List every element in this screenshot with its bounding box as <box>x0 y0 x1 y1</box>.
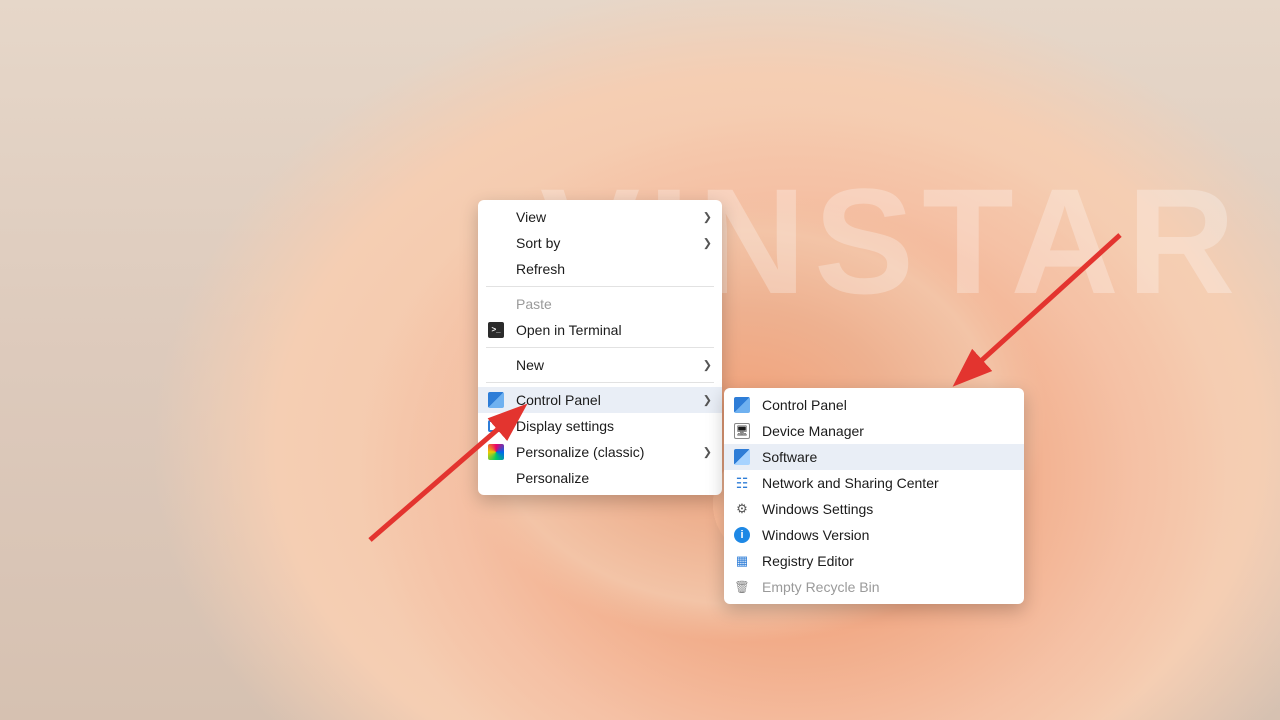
menu-label: Software <box>762 449 817 465</box>
menu-personalize[interactable]: Personalize <box>478 465 722 491</box>
device-manager-icon <box>734 423 750 439</box>
menu-label: Registry Editor <box>762 553 854 569</box>
menu-label: Paste <box>516 296 552 312</box>
menu-label: Control Panel <box>762 397 847 413</box>
menu-display-settings[interactable]: Display settings <box>478 413 722 439</box>
menu-label: Personalize <box>516 470 589 486</box>
menu-label: Control Panel <box>516 392 601 408</box>
submenu-control-panel[interactable]: Control Panel <box>724 392 1024 418</box>
menu-separator <box>486 347 714 348</box>
control-panel-icon <box>488 392 504 408</box>
submenu-device-manager[interactable]: Device Manager <box>724 418 1024 444</box>
menu-label: Personalize (classic) <box>516 444 644 460</box>
menu-label: Empty Recycle Bin <box>762 579 879 595</box>
personalize-icon <box>488 444 504 460</box>
terminal-icon <box>488 322 504 338</box>
menu-label: Display settings <box>516 418 614 434</box>
chevron-right-icon: ❯ <box>703 446 712 459</box>
submenu-empty-recycle-bin: Empty Recycle Bin <box>724 574 1024 600</box>
menu-label: New <box>516 357 544 373</box>
menu-personalize-classic[interactable]: Personalize (classic) ❯ <box>478 439 722 465</box>
menu-label: Open in Terminal <box>516 322 622 338</box>
info-icon <box>734 527 750 543</box>
control-panel-submenu: Control Panel Device Manager Software Ne… <box>724 388 1024 604</box>
submenu-software[interactable]: Software <box>724 444 1024 470</box>
menu-separator <box>486 382 714 383</box>
menu-refresh[interactable]: Refresh <box>478 256 722 282</box>
registry-icon <box>734 553 750 569</box>
submenu-windows-version[interactable]: Windows Version <box>724 522 1024 548</box>
recycle-bin-icon <box>734 579 750 595</box>
menu-paste: Paste <box>478 291 722 317</box>
menu-label: Windows Settings <box>762 501 873 517</box>
menu-label: Sort by <box>516 235 560 251</box>
menu-sort-by[interactable]: Sort by ❯ <box>478 230 722 256</box>
menu-new[interactable]: New ❯ <box>478 352 722 378</box>
desktop-wallpaper[interactable]: VINSTAR View ❯ Sort by ❯ Refresh Paste O… <box>0 0 1280 720</box>
chevron-right-icon: ❯ <box>703 359 712 372</box>
desktop-context-menu: View ❯ Sort by ❯ Refresh Paste Open in T… <box>478 200 722 495</box>
menu-view[interactable]: View ❯ <box>478 204 722 230</box>
chevron-right-icon: ❯ <box>703 211 712 224</box>
menu-control-panel[interactable]: Control Panel ❯ <box>478 387 722 413</box>
menu-label: View <box>516 209 546 225</box>
submenu-registry-editor[interactable]: Registry Editor <box>724 548 1024 574</box>
menu-label: Device Manager <box>762 423 864 439</box>
chevron-right-icon: ❯ <box>703 237 712 250</box>
control-panel-icon <box>734 397 750 413</box>
network-icon <box>734 475 750 491</box>
menu-label: Network and Sharing Center <box>762 475 939 491</box>
display-icon <box>488 420 504 432</box>
chevron-right-icon: ❯ <box>703 394 712 407</box>
menu-open-in-terminal[interactable]: Open in Terminal <box>478 317 722 343</box>
software-icon <box>734 449 750 465</box>
menu-label: Refresh <box>516 261 565 277</box>
submenu-network-sharing[interactable]: Network and Sharing Center <box>724 470 1024 496</box>
menu-separator <box>486 286 714 287</box>
submenu-windows-settings[interactable]: Windows Settings <box>724 496 1024 522</box>
menu-label: Windows Version <box>762 527 869 543</box>
settings-icon <box>734 501 750 517</box>
